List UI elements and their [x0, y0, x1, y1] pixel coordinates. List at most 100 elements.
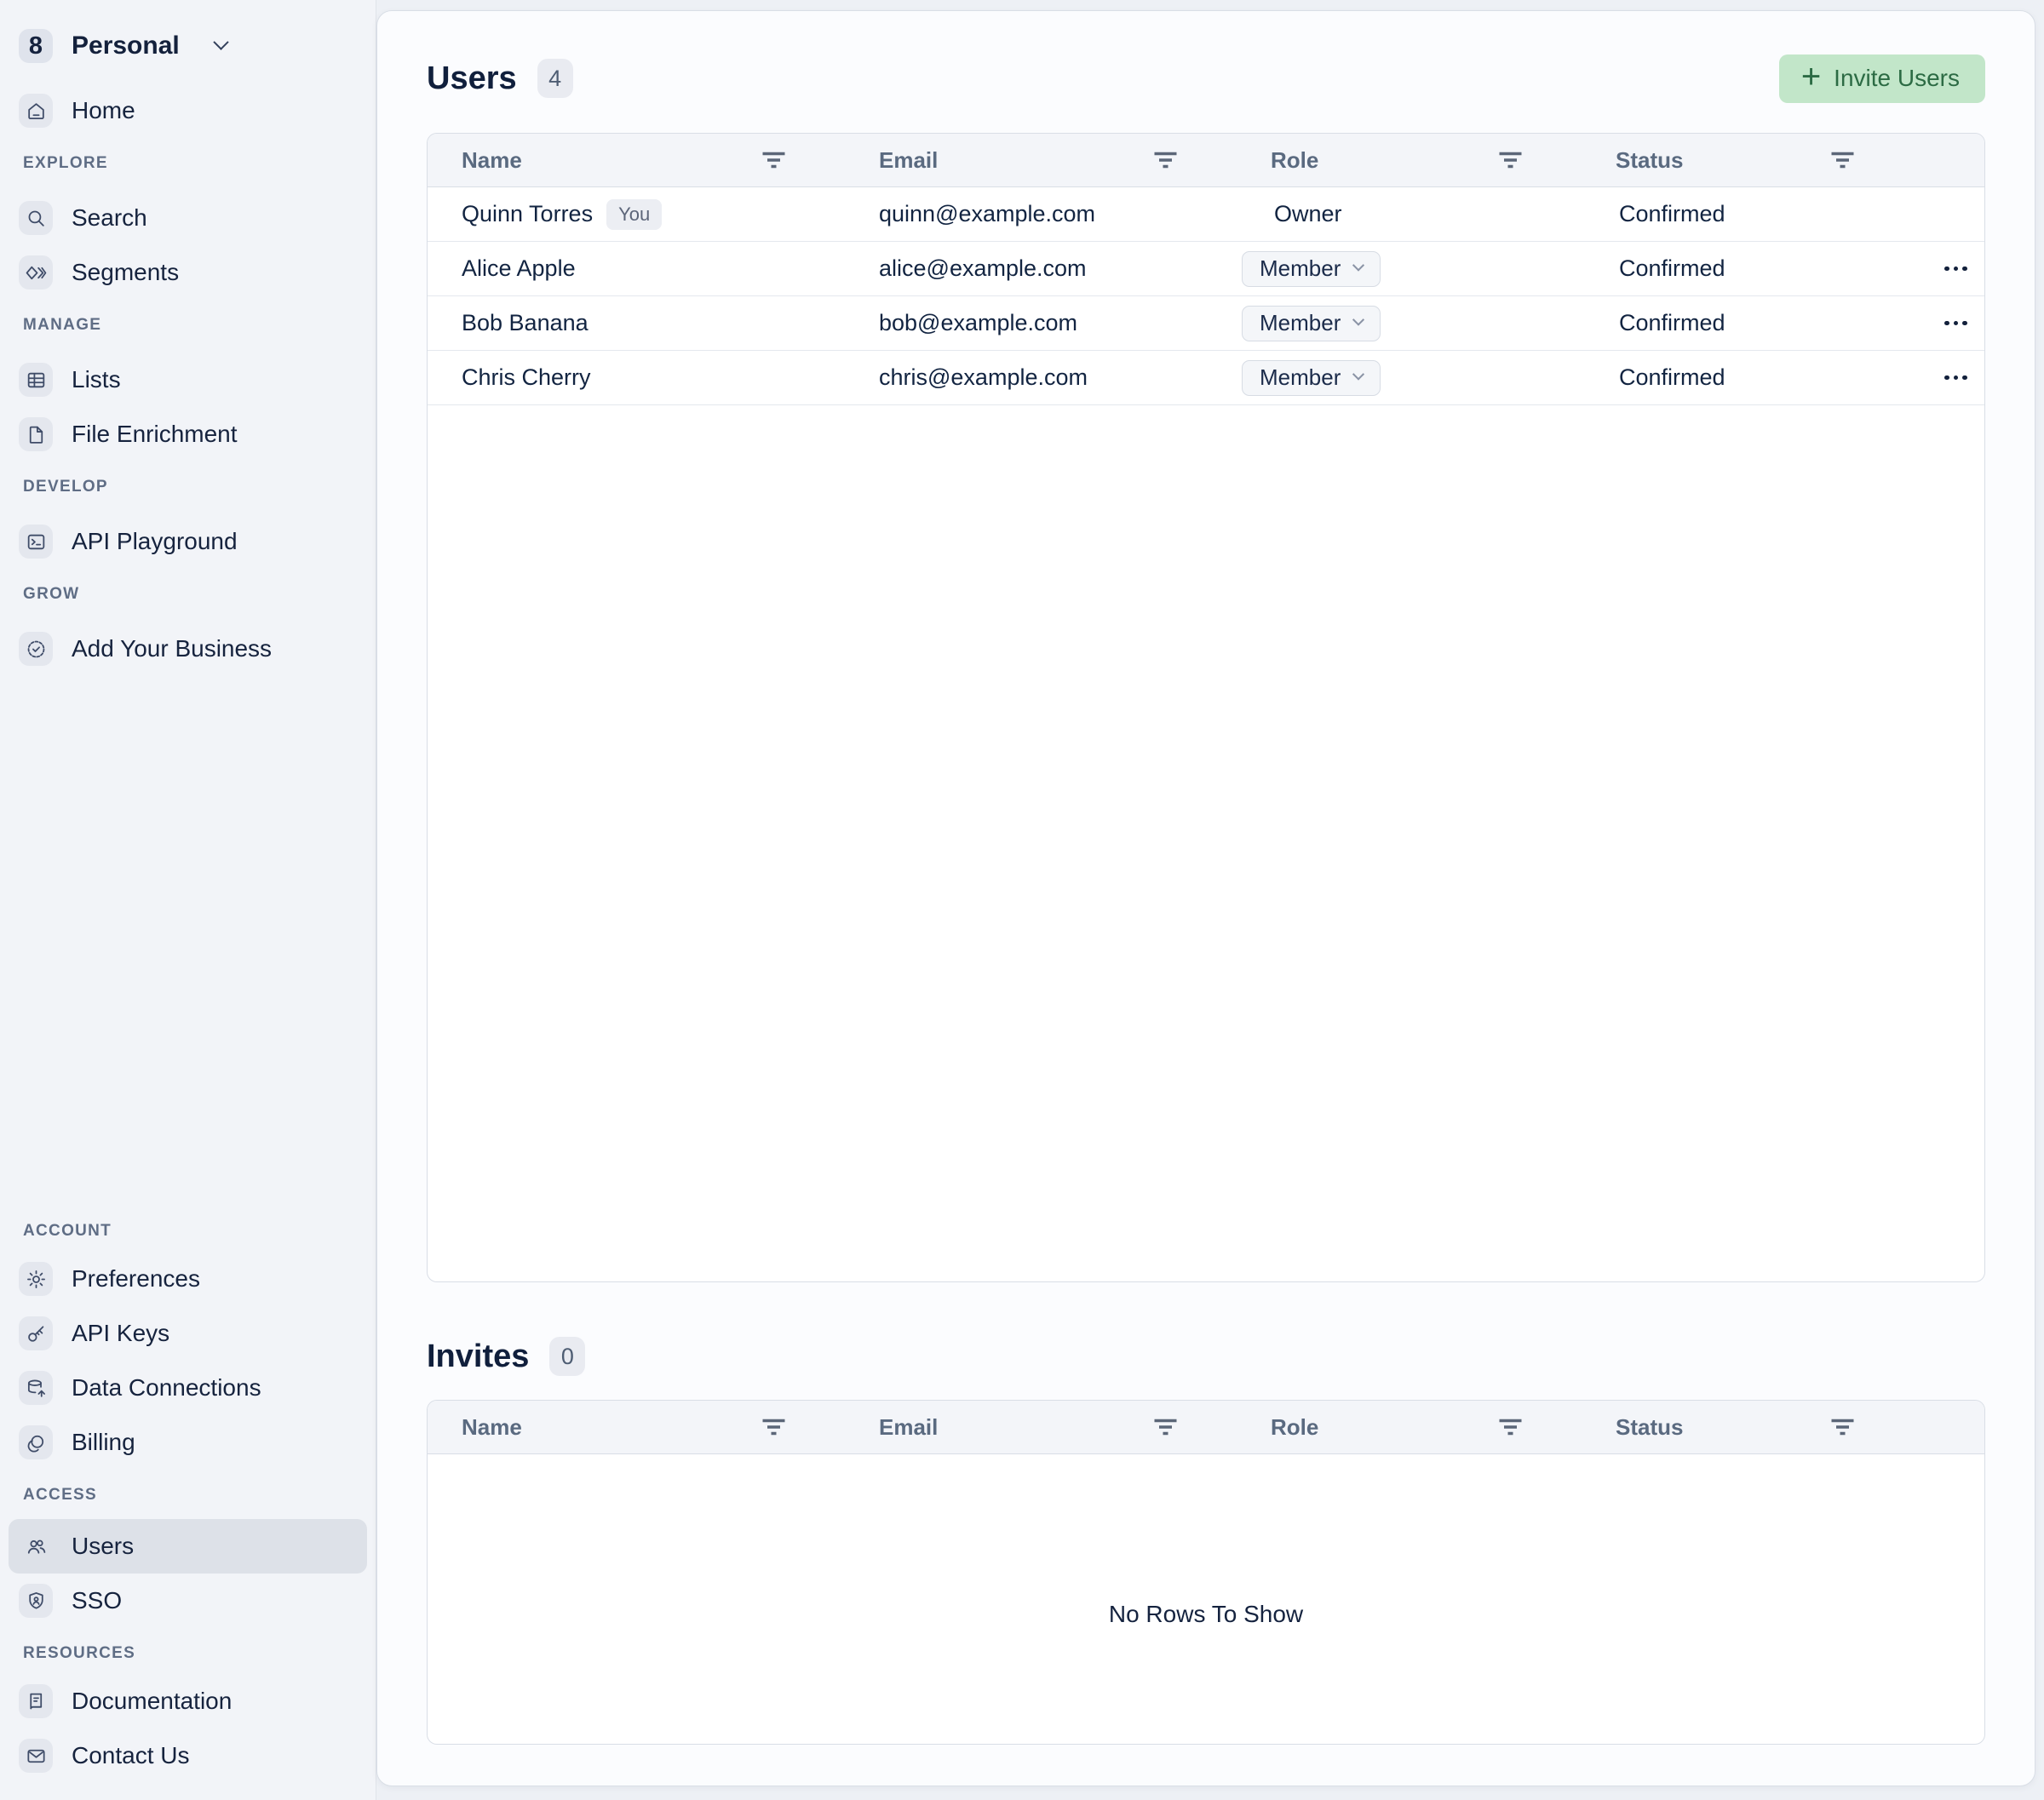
coins-icon	[19, 1425, 53, 1459]
sidebar-item-documentation[interactable]: Documentation	[9, 1674, 367, 1728]
actions-cell	[1914, 260, 1985, 278]
column-header-email: Email	[845, 1401, 1237, 1453]
sidebar-item-users[interactable]: Users	[9, 1519, 367, 1574]
sidebar-item-segments[interactable]: Segments	[9, 245, 367, 300]
sidebar-item-search[interactable]: Search	[9, 191, 367, 245]
users-section-header: Users 4 + Invite Users	[427, 54, 1985, 103]
invites-table-header: Name Email Role Status	[428, 1401, 1984, 1454]
section-label-access: ACCESS	[23, 1483, 376, 1507]
you-badge: You	[606, 199, 662, 230]
table-row: Chris Cherry chris@example.com Member Co…	[428, 351, 1984, 405]
sidebar-spacer	[0, 676, 376, 1219]
column-header-actions	[1914, 134, 1985, 186]
table-row: Quinn Torres You quinn@example.com Owner…	[428, 187, 1984, 242]
filter-icon[interactable]	[1154, 152, 1177, 169]
envelope-icon	[19, 1739, 53, 1773]
column-header-status: Status	[1582, 134, 1914, 186]
column-header-name: Name	[428, 1401, 845, 1453]
users-page-title: Users	[427, 60, 517, 97]
chevron-down-icon	[1352, 260, 1364, 272]
row-menu-button[interactable]	[1938, 369, 1974, 387]
file-icon	[19, 417, 53, 451]
column-header-role: Role	[1237, 1401, 1582, 1453]
status-cell: Confirmed	[1582, 364, 1914, 391]
table-row: Bob Banana bob@example.com Member Confir…	[428, 296, 1984, 351]
users-icon	[19, 1529, 53, 1563]
chevron-down-icon	[213, 34, 228, 49]
email-cell: bob@example.com	[845, 310, 1237, 336]
database-icon	[19, 1371, 53, 1405]
key-icon	[19, 1316, 53, 1350]
status-cell: Confirmed	[1582, 201, 1914, 227]
sidebar-item-file-enrichment[interactable]: File Enrichment	[9, 407, 367, 461]
section-label-explore: EXPLORE	[23, 152, 376, 175]
column-header-name: Name	[428, 134, 845, 186]
sidebar-item-billing[interactable]: Billing	[9, 1415, 367, 1470]
filter-icon[interactable]	[1831, 1419, 1854, 1436]
section-label-account: ACCOUNT	[23, 1219, 376, 1243]
badge-check-icon	[19, 632, 53, 666]
invites-section-header: Invites 0	[427, 1333, 1985, 1380]
invites-page-title: Invites	[427, 1339, 529, 1375]
sidebar: 8 Personal Home EXPLORE Search Segments …	[0, 0, 376, 1800]
invites-table: Name Email Role Status No Rows To Show	[427, 1400, 1985, 1745]
actions-cell	[1914, 314, 1985, 333]
filter-icon[interactable]	[762, 1419, 785, 1436]
filter-icon[interactable]	[1154, 1419, 1177, 1436]
workspace-switcher[interactable]: 8 Personal	[9, 19, 367, 73]
role-cell: Member	[1237, 251, 1582, 287]
status-cell: Confirmed	[1582, 255, 1914, 282]
sidebar-item-home[interactable]: Home	[9, 83, 367, 138]
users-table-header: Name Email Role Status	[428, 134, 1984, 187]
workspace-logo-icon: 8	[19, 29, 53, 63]
main-content-card: Users 4 + Invite Users Name Email Role S…	[376, 10, 2035, 1786]
column-header-actions	[1914, 1401, 1985, 1453]
plus-icon: +	[1801, 60, 1821, 94]
email-cell: quinn@example.com	[845, 201, 1237, 227]
filter-icon[interactable]	[1499, 1419, 1522, 1436]
sidebar-item-api-playground[interactable]: API Playground	[9, 514, 367, 569]
invites-count-badge: 0	[549, 1337, 585, 1376]
role-cell: Member	[1237, 306, 1582, 341]
column-header-status: Status	[1582, 1401, 1914, 1453]
workspace-name: Personal	[72, 32, 180, 60]
filter-icon[interactable]	[1499, 152, 1522, 169]
name-cell: Bob Banana	[428, 310, 845, 336]
chevron-down-icon	[1352, 369, 1364, 381]
sidebar-item-sso[interactable]: SSO	[9, 1574, 367, 1628]
invite-users-button[interactable]: + Invite Users	[1779, 54, 1985, 103]
sidebar-item-data-connections[interactable]: Data Connections	[9, 1361, 367, 1415]
column-header-role: Role	[1237, 134, 1582, 186]
sidebar-item-contact-us[interactable]: Contact Us	[9, 1728, 367, 1783]
section-label-manage: MANAGE	[23, 313, 376, 337]
role-dropdown[interactable]: Member	[1242, 251, 1381, 287]
row-menu-button[interactable]	[1938, 260, 1974, 278]
filter-icon[interactable]	[762, 152, 785, 169]
invites-empty-state: No Rows To Show	[428, 1454, 1984, 1745]
filter-icon[interactable]	[1831, 152, 1854, 169]
column-header-email: Email	[845, 134, 1237, 186]
sidebar-item-add-your-business[interactable]: Add Your Business	[9, 622, 367, 676]
gear-icon	[19, 1262, 53, 1296]
sidebar-item-api-keys[interactable]: API Keys	[9, 1306, 367, 1361]
email-cell: chris@example.com	[845, 364, 1237, 391]
role-cell: Member	[1237, 360, 1582, 396]
role-cell: Owner	[1237, 201, 1582, 227]
section-label-resources: RESOURCES	[23, 1642, 376, 1665]
sidebar-item-lists[interactable]: Lists	[9, 353, 367, 407]
book-icon	[19, 1684, 53, 1718]
role-dropdown[interactable]: Member	[1242, 306, 1381, 341]
row-menu-button[interactable]	[1938, 314, 1974, 333]
search-icon	[19, 201, 53, 235]
email-cell: alice@example.com	[845, 255, 1237, 282]
name-cell: Alice Apple	[428, 255, 845, 282]
section-label-grow: GROW	[23, 582, 376, 606]
section-label-develop: DEVELOP	[23, 475, 376, 499]
terminal-icon	[19, 525, 53, 559]
sidebar-item-preferences[interactable]: Preferences	[9, 1252, 367, 1306]
status-cell: Confirmed	[1582, 310, 1914, 336]
name-cell: Quinn Torres You	[428, 199, 845, 230]
role-dropdown[interactable]: Member	[1242, 360, 1381, 396]
segments-icon	[19, 255, 53, 289]
home-icon	[19, 94, 53, 128]
